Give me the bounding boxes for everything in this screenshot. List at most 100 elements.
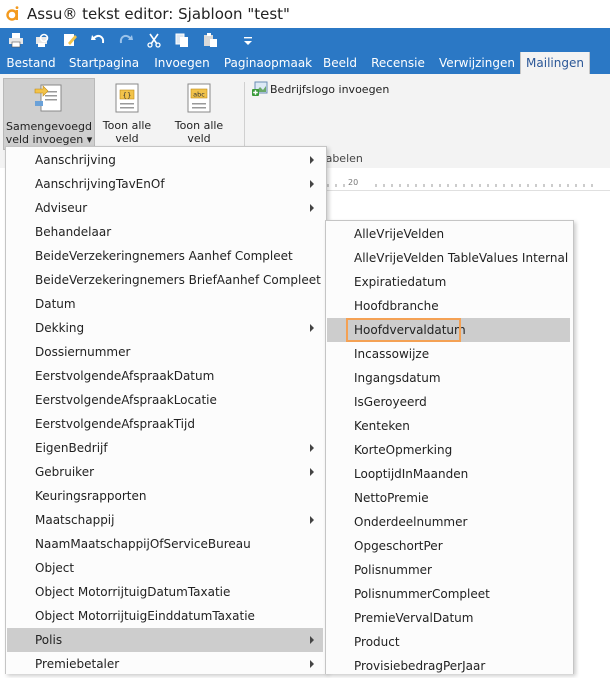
menu-item-eerstvolgendeafspraaktijd[interactable]: EerstvolgendeAfspraakTijd <box>7 412 323 436</box>
field-codes-icon: {} <box>115 83 139 113</box>
submenu-item-ingangsdatum[interactable]: Ingangsdatum <box>327 366 570 390</box>
submenu-item-premievervaldatum[interactable]: PremieVervalDatum <box>327 606 570 630</box>
menu-item-keuringsrapporten[interactable]: Keuringsrapporten <box>7 484 323 508</box>
tab-invoegen[interactable]: Invoegen <box>146 52 218 74</box>
submenu-item-opgeschortper[interactable]: OpgeschortPer <box>327 534 570 558</box>
svg-text:{}: {} <box>123 92 132 100</box>
menu-item-eerstvolgendeafspraakdatum[interactable]: EerstvolgendeAfspraakDatum <box>7 364 323 388</box>
undo-icon[interactable] <box>90 32 106 48</box>
submenu-item-polisnummercompleet[interactable]: PolisnummerCompleet <box>327 582 570 606</box>
copy-icon[interactable] <box>174 32 190 48</box>
ribbon-tabs: Bestand Startpagina Invoegen Paginaopmaa… <box>0 52 610 74</box>
tab-verwijzingen[interactable]: Verwijzingen <box>434 52 520 74</box>
title-bar: Assu® tekst editor: Sjabloon "test" <box>0 0 610 28</box>
menu-item-premiebetaler[interactable]: Premiebetaler <box>7 652 323 676</box>
menu-item-label: EerstvolgendeAfspraakLocatie <box>35 393 217 407</box>
submenu-arrow-icon <box>310 156 314 164</box>
submenu-item-provisiebedragperjaar[interactable]: ProvisiebedragPerJaar <box>327 654 570 678</box>
tab-bestand[interactable]: Bestand <box>0 52 62 74</box>
submenu-item-looptijdinmaanden[interactable]: LooptijdInMaanden <box>327 462 570 486</box>
horizontal-ruler: 20 <box>300 176 610 191</box>
submenu-arrow-icon <box>310 444 314 452</box>
insert-merge-field-button[interactable]: Samengevoegd veld invoegen ▾ <box>3 78 95 150</box>
menu-item-datum[interactable]: Datum <box>7 292 323 316</box>
menu-item-gebruiker[interactable]: Gebruiker <box>7 460 323 484</box>
submenu-item-label: ProvisiebedragPerJaar <box>354 659 486 673</box>
submenu-item-label: PremieVervalDatum <box>354 611 474 625</box>
tab-startpagina[interactable]: Startpagina <box>62 52 146 74</box>
company-logo-label: Bedrijfslogo invoegen <box>270 83 390 96</box>
menu-item-label: Behandelaar <box>35 225 112 239</box>
print-icon[interactable] <box>8 32 24 48</box>
menu-item-dossiernummer[interactable]: Dossiernummer <box>7 340 323 364</box>
menu-item-object-motorrijtuigeinddatumtaxatie[interactable]: Object MotorrijtuigEinddatumTaxatie <box>7 604 323 628</box>
menu-item-beideverzekeringnemers-briefaanhef-compleet[interactable]: BeideVerzekeringnemers BriefAanhef Compl… <box>7 268 323 292</box>
submenu-item-label: Product <box>354 635 400 649</box>
submenu-item-allevrijevelden-tablevalues-internal[interactable]: AlleVrijeVelden TableValues Internal <box>327 246 570 270</box>
app-logo-icon <box>6 6 19 21</box>
submenu-item-korteopmerking[interactable]: KorteOpmerking <box>327 438 570 462</box>
submenu-item-hoofdbranche[interactable]: Hoofdbranche <box>327 294 570 318</box>
submenu-item-label: Polisnummer <box>354 563 432 577</box>
menu-item-eigenbedrijf[interactable]: EigenBedrijf <box>7 436 323 460</box>
menu-item-adviseur[interactable]: Adviseur <box>7 196 323 220</box>
menu-item-beideverzekeringnemers-aanhef-compleet[interactable]: BeideVerzekeringnemers Aanhef Compleet <box>7 244 323 268</box>
merge-field-label-line1: Samengevoegd <box>6 120 92 133</box>
menu-item-maatschappij[interactable]: Maatschappij <box>7 508 323 532</box>
menu-item-label: Datum <box>35 297 76 311</box>
submenu-item-nettopremie[interactable]: NettoPremie <box>327 486 570 510</box>
submenu-item-incassowijze[interactable]: Incassowijze <box>327 342 570 366</box>
menu-item-label: NaamMaatschappijOfServiceBureau <box>35 537 251 551</box>
submenu-item-label: Ingangsdatum <box>354 371 441 385</box>
submenu-item-expiratiedatum[interactable]: Expiratiedatum <box>327 270 570 294</box>
tab-beeld[interactable]: Beeld <box>318 52 362 74</box>
menu-item-polis[interactable]: Polis <box>7 628 323 652</box>
window-title: Assu® tekst editor: Sjabloon "test" <box>27 5 290 23</box>
submenu-item-isgeroyeerd[interactable]: IsGeroyeerd <box>327 390 570 414</box>
submenu-item-label: LooptijdInMaanden <box>354 467 469 481</box>
menu-item-behandelaar[interactable]: Behandelaar <box>7 220 323 244</box>
menu-item-label: EigenBedrijf <box>35 441 108 455</box>
menu-item-label: Dossiernummer <box>35 345 131 359</box>
menu-item-aanschrijving[interactable]: Aanschrijving <box>7 148 323 172</box>
submenu-arrow-icon <box>310 468 314 476</box>
menu-item-label: Maatschappij <box>35 513 115 527</box>
menu-item-dekking[interactable]: Dekking <box>7 316 323 340</box>
tab-mailingen[interactable]: Mailingen <box>520 52 590 74</box>
submenu-item-kenteken[interactable]: Kenteken <box>327 414 570 438</box>
menu-item-label: Adviseur <box>35 201 88 215</box>
quick-access-toolbar <box>0 28 610 52</box>
print-preview-icon[interactable] <box>34 32 50 48</box>
menu-item-label: Object MotorrijtuigDatumTaxatie <box>35 585 231 599</box>
edit-icon[interactable] <box>62 32 78 48</box>
menu-item-naammaatschappijofservicebureau[interactable]: NaamMaatschappijOfServiceBureau <box>7 532 323 556</box>
merge-field-icon <box>34 84 62 112</box>
menu-item-object-motorrijtuigdatumtaxatie[interactable]: Object MotorrijtuigDatumTaxatie <box>7 580 323 604</box>
customize-dropdown-icon[interactable] <box>240 32 256 48</box>
submenu-item-product[interactable]: Product <box>327 630 570 654</box>
submenu-item-label: PolisnummerCompleet <box>354 587 490 601</box>
submenu-item-label: AlleVrijeVelden <box>354 227 445 241</box>
submenu-item-polisnummer[interactable]: Polisnummer <box>327 558 570 582</box>
menu-item-object[interactable]: Object <box>7 556 323 580</box>
menu-item-eerstvolgendeafspraaklocatie[interactable]: EerstvolgendeAfspraakLocatie <box>7 388 323 412</box>
menu-item-label: Aanschrijving <box>35 153 116 167</box>
submenu-arrow-icon <box>310 660 314 668</box>
submenu-item-allevrijevelden[interactable]: AlleVrijeVelden <box>327 222 570 246</box>
submenu-item-onderdeelnummer[interactable]: Onderdeelnummer <box>327 510 570 534</box>
submenu-arrow-icon <box>310 180 314 188</box>
menu-item-label: Keuringsrapporten <box>35 489 147 503</box>
menu-item-label: Premiebetaler <box>35 657 120 671</box>
insert-company-logo-button[interactable]: Bedrijfslogo invoegen <box>252 80 389 98</box>
tab-recensie[interactable]: Recensie <box>362 52 434 74</box>
paste-icon[interactable] <box>202 32 218 48</box>
menu-item-aanschrijvingtavenof[interactable]: AanschrijvingTavEnOf <box>7 172 323 196</box>
show-codes-label-line1: Toon alle <box>102 119 152 132</box>
tab-paginaopmaak[interactable]: Paginaopmaak <box>218 52 318 74</box>
show-results-label-line1: Toon alle veld <box>174 119 224 145</box>
redo-icon[interactable] <box>118 32 134 48</box>
submenu-item-label: NettoPremie <box>354 491 429 505</box>
cut-icon[interactable] <box>146 32 162 48</box>
menu-item-label: Gebruiker <box>35 465 95 479</box>
svg-text:abc: abc <box>193 91 205 99</box>
